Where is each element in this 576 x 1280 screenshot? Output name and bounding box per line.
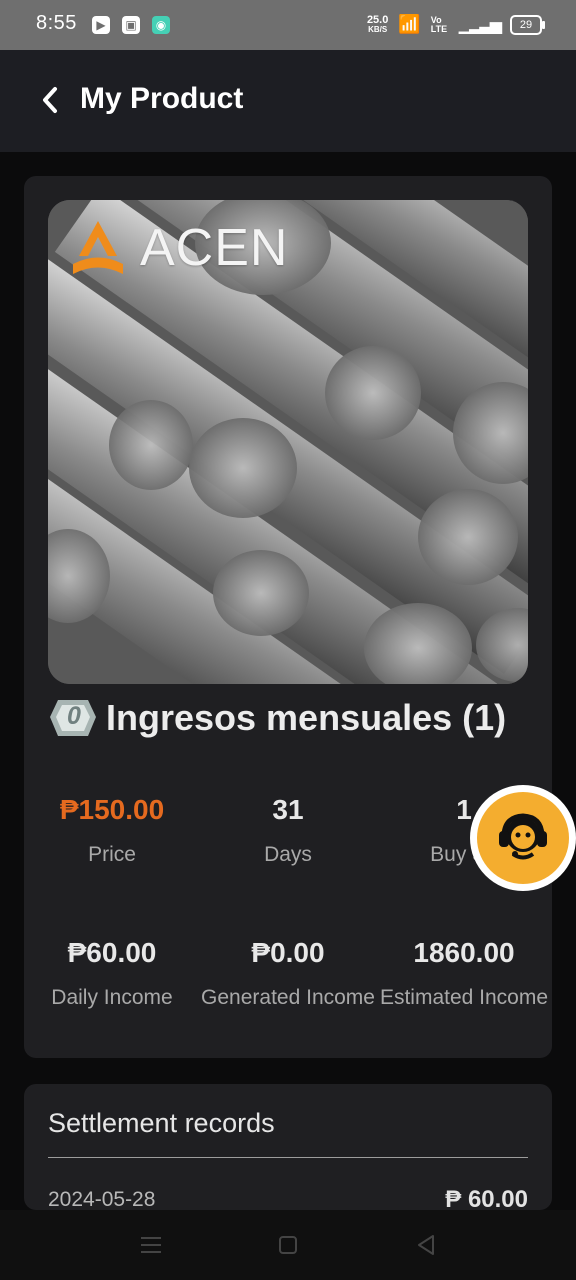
days-value: 31	[272, 794, 304, 825]
brand-text: ACEN	[140, 219, 289, 277]
headset-agent-icon	[499, 813, 547, 860]
generated-income-label: Generated Income	[201, 986, 375, 1009]
product-name: Ingresos mensuales (1)	[106, 697, 507, 738]
triangle-back-icon	[418, 1235, 434, 1255]
product-card: ACEN 0 Ingresos mensuales (1) ₱150.00 Pr…	[24, 176, 552, 1058]
support-inner-circle	[477, 792, 569, 884]
lte-label: Vo LTE	[430, 14, 448, 34]
app-icon: ◉	[152, 16, 170, 34]
app-header: My Product	[0, 50, 576, 152]
product-image: ACEN	[48, 200, 528, 684]
settlement-title: Settlement records	[48, 1108, 275, 1138]
back-icon	[43, 87, 57, 113]
daily-income-label: Daily Income	[51, 986, 173, 1009]
stat-price: ₱150.00 Price	[24, 793, 200, 870]
status-left-icons: ▶ ▣ ◉	[92, 16, 170, 34]
stat-estimated-income: 1860.00 Estimated Income	[376, 936, 552, 1013]
back-nav-button[interactable]	[413, 1232, 439, 1258]
product-name-row: 0 Ingresos mensuales (1)	[48, 696, 506, 740]
customer-support-button[interactable]	[470, 785, 576, 891]
network-speed-unit: KB/S	[368, 24, 388, 34]
stat-daily-income: ₱60.00 Daily Income	[24, 936, 200, 1013]
page-title: My Product	[80, 82, 244, 115]
settlement-record-date: 2024-05-28	[48, 1188, 156, 1210]
signal-icon: ▁▂▃▅	[458, 16, 502, 34]
android-navigation-bar	[0, 1210, 576, 1280]
price-label: Price	[88, 843, 136, 866]
settlement-records-card: Settlement records 2024-05-28 ₱ 60.00	[24, 1084, 552, 1210]
badge-number: 0	[67, 702, 81, 730]
status-bar: 8:55 ▶ ▣ ◉ 25.0 KB/S 📶 Vo LTE ▁▂▃▅ 29	[0, 0, 576, 50]
wifi-icon: 📶	[398, 14, 421, 34]
settlement-divider	[48, 1157, 528, 1158]
stat-generated-income: ₱0.00 Generated Income	[200, 936, 376, 1013]
network-speed: 25.0 KB/S	[366, 13, 389, 35]
estimated-income-label: Estimated Income	[379, 986, 549, 1009]
square-home-icon	[279, 1236, 297, 1254]
days-label: Days	[264, 843, 312, 866]
acen-logo-icon	[73, 221, 123, 274]
stat-days: 31 Days	[200, 793, 376, 870]
back-button[interactable]	[30, 78, 70, 122]
battery-level: 29	[519, 18, 533, 31]
recent-apps-button[interactable]	[138, 1232, 164, 1258]
brand-logo: ACEN	[66, 218, 288, 278]
media-icon: ▣	[122, 16, 140, 34]
battery-icon: 29	[510, 14, 545, 35]
status-right-icons: 25.0 KB/S 📶 Vo LTE ▁▂▃▅ 29	[366, 13, 545, 35]
generated-income-value: ₱0.00	[251, 937, 325, 968]
network-speed-value: 25.0	[366, 13, 389, 26]
video-icon: ▶	[92, 16, 110, 34]
daily-income-value: ₱60.00	[67, 937, 157, 968]
settlement-record-amount: ₱ 60.00	[445, 1186, 528, 1210]
status-time: 8:55	[36, 12, 77, 34]
estimated-income-value: 1860.00	[413, 937, 515, 968]
home-button[interactable]	[275, 1232, 301, 1258]
menu-lines-icon	[141, 1237, 161, 1253]
price-value: ₱150.00	[59, 794, 165, 825]
